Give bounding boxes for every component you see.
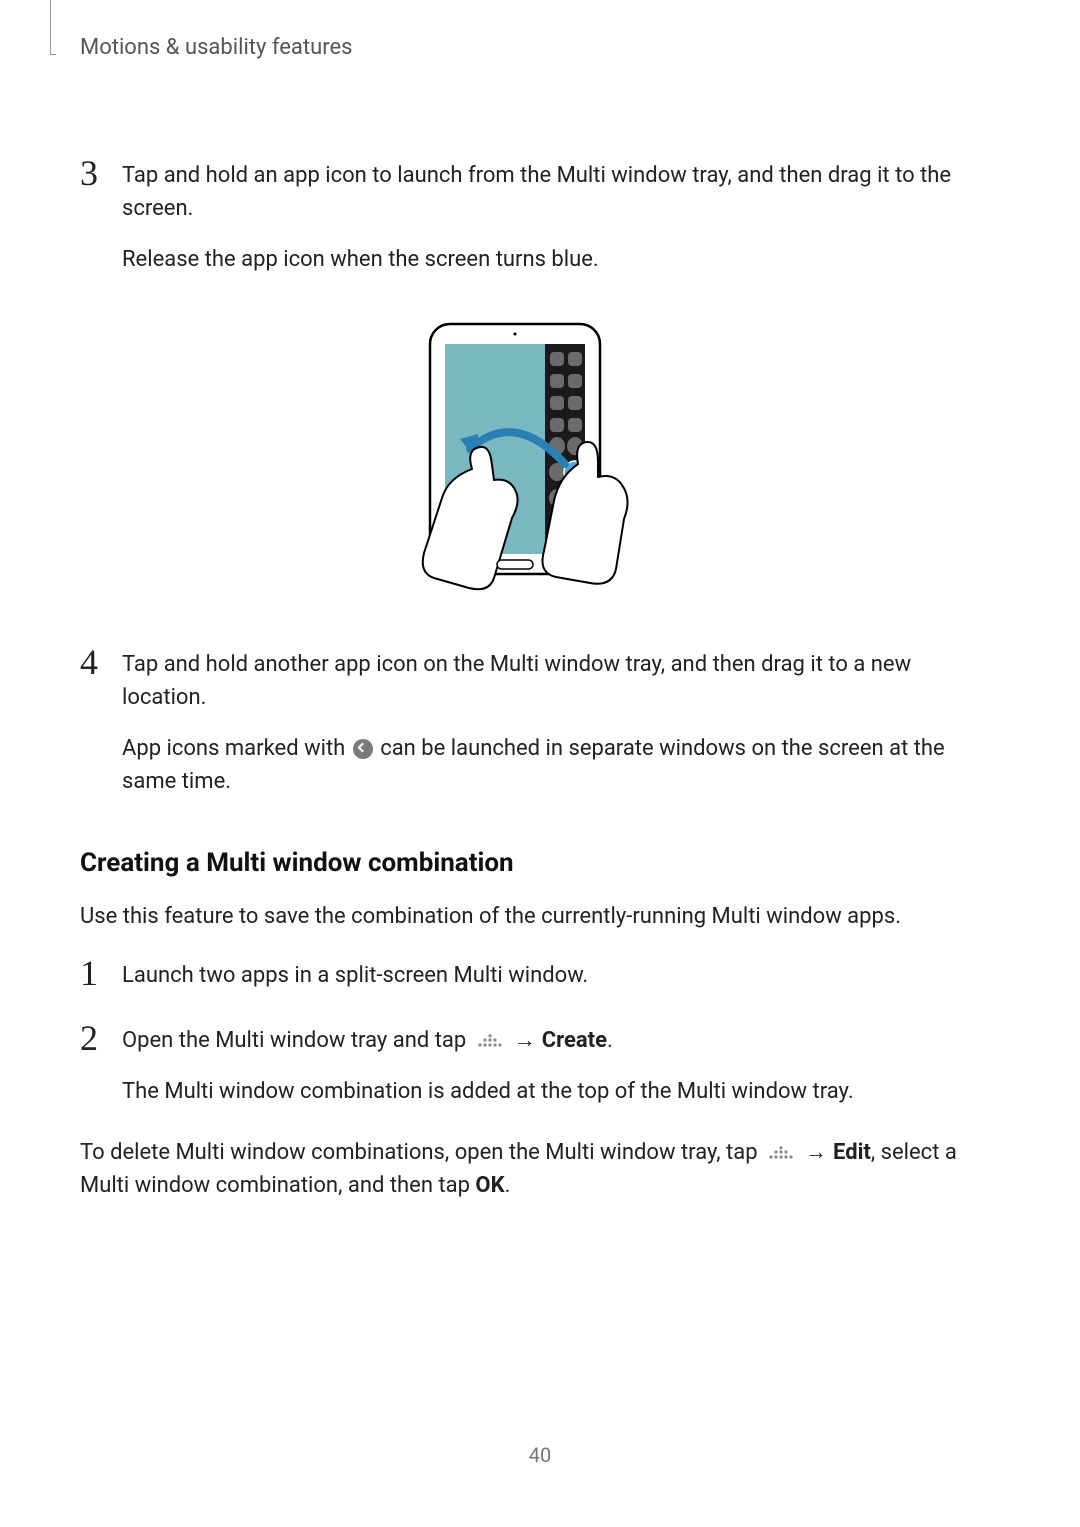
step-number: 2 xyxy=(80,1020,122,1056)
step-body: Open the Multi window tray and tap →Crea… xyxy=(122,1020,1000,1126)
step-number: 4 xyxy=(80,644,122,680)
step-4-para2: App icons marked with can be launched in… xyxy=(122,732,1000,798)
step-c2: 2 Open the Multi window tray and tap →Cr… xyxy=(80,1020,1000,1126)
text-fragment: . xyxy=(505,1173,511,1198)
step-body: Launch two apps in a split-screen Multi … xyxy=(122,955,1000,1010)
page-header: Motions & usability features xyxy=(80,35,1000,95)
step-c2-text: Open the Multi window tray and tap →Crea… xyxy=(122,1024,1000,1057)
step-3: 3 Tap and hold an app icon to launch fro… xyxy=(80,155,1000,294)
step-body: Tap and hold another app icon on the Mul… xyxy=(122,644,1000,816)
step-c1: 1 Launch two apps in a split-screen Mult… xyxy=(80,955,1000,1010)
page-number: 40 xyxy=(0,1443,1080,1467)
text-fragment: App icons marked with xyxy=(122,736,351,761)
ok-label: OK xyxy=(475,1173,504,1198)
arrow-icon: → xyxy=(514,1028,536,1053)
step-3-para2: Release the app icon when the screen tur… xyxy=(122,243,1000,276)
step-3-para1: Tap and hold an app icon to launch from … xyxy=(122,159,1000,225)
step-4: 4 Tap and hold another app icon on the M… xyxy=(80,644,1000,816)
delete-combination-text: To delete Multi window combinations, ope… xyxy=(80,1136,1000,1202)
step-c2-para2: The Multi window combination is added at… xyxy=(122,1075,1000,1108)
separate-window-icon xyxy=(353,739,373,759)
step-c1-text: Launch two apps in a split-screen Multi … xyxy=(122,959,1000,992)
step-number: 3 xyxy=(80,155,122,191)
tray-dots-icon xyxy=(476,1034,504,1048)
create-label: Create xyxy=(542,1028,607,1053)
tray-dots-icon xyxy=(767,1146,795,1160)
header-corner-mark xyxy=(50,0,56,55)
arrow-icon: → xyxy=(805,1140,827,1165)
step-body: Tap and hold an app icon to launch from … xyxy=(122,155,1000,294)
section-intro: Use this feature to save the combination… xyxy=(80,900,1000,933)
step-4-para1: Tap and hold another app icon on the Mul… xyxy=(122,648,1000,714)
drag-illustration xyxy=(80,314,1000,594)
section-heading: Creating a Multi window combination xyxy=(80,848,1000,878)
step-number: 1 xyxy=(80,955,122,991)
text-fragment: Open the Multi window tray and tap xyxy=(122,1028,472,1053)
text-fragment: . xyxy=(607,1028,613,1053)
text-fragment: To delete Multi window combinations, ope… xyxy=(80,1140,763,1165)
header-title: Motions & usability features xyxy=(80,35,1000,60)
edit-label: Edit xyxy=(833,1140,871,1165)
